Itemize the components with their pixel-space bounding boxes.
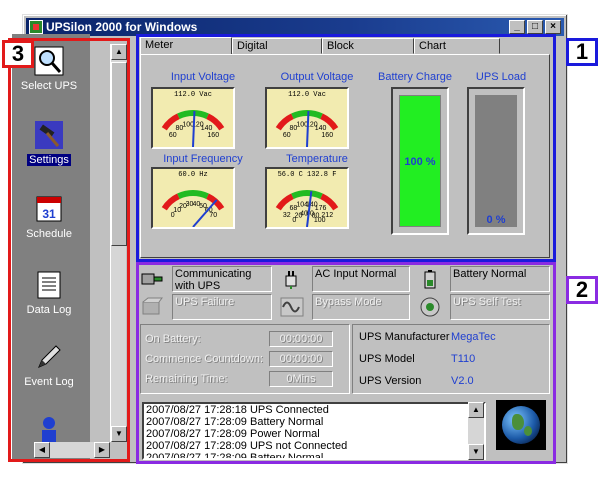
callout-frame-2 — [136, 262, 556, 464]
callout-frame-1 — [136, 34, 556, 262]
app-icon — [29, 20, 43, 34]
window-title: UPSilon 2000 for Windows — [46, 20, 198, 34]
callout-number-3: 3 — [2, 40, 34, 68]
minimize-button[interactable]: _ — [509, 20, 525, 34]
callout-number-1: 1 — [566, 38, 598, 66]
callout-frame-3 — [8, 38, 130, 462]
callout-number-2: 2 — [566, 276, 598, 304]
maximize-button[interactable]: □ — [527, 20, 543, 34]
close-button[interactable]: × — [545, 20, 561, 34]
